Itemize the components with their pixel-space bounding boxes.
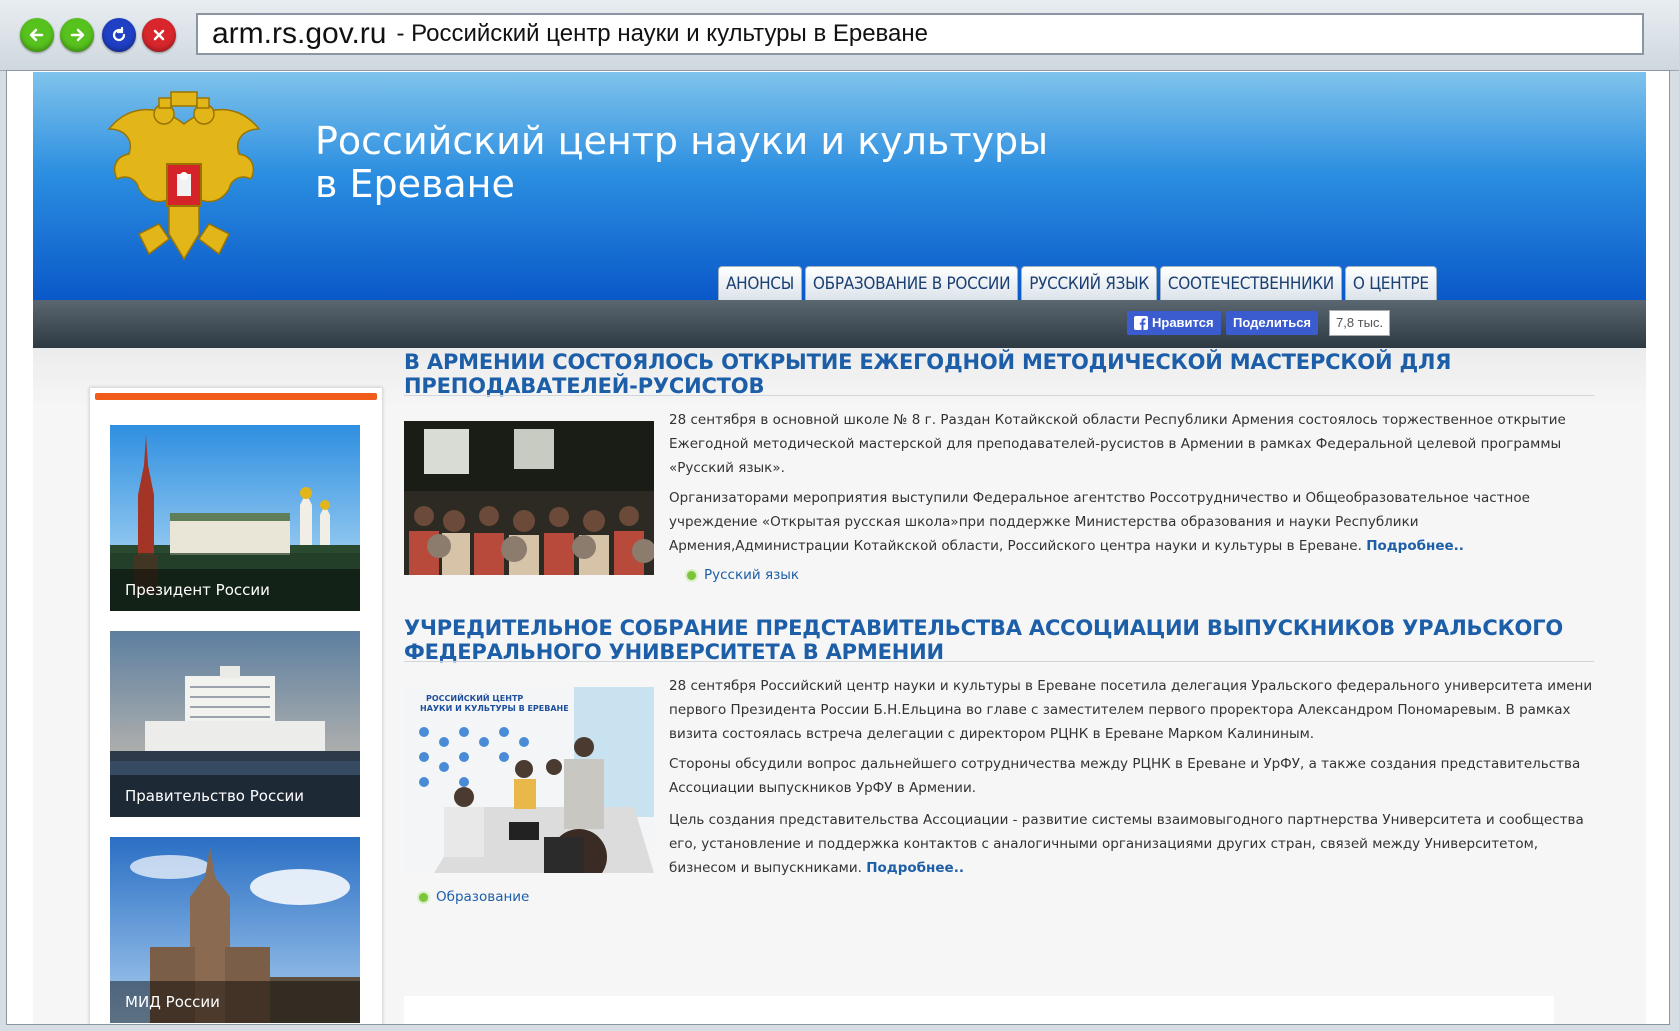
article-paragraph: 28 сентября Российский центр науки и кул… [669,678,1593,742]
main-menu: АНОНСЫ ОБРАЗОВАНИЕ В РОССИИ РУССКИЙ ЯЗЫК… [718,266,1437,300]
article-paragraph: Стороны обсудили вопрос дальнейшего сотр… [669,756,1581,796]
forward-button[interactable] [60,18,94,52]
meeting-photo-image: РОССИЙСКИЙ ЦЕНТР НАУКИ И КУЛЬТУРЫ В ЕРЕВА… [404,687,654,873]
reload-button[interactable] [102,18,136,52]
article-tag[interactable]: Русский язык [687,567,799,583]
address-bar[interactable]: arm.rs.gov.ru - Российский центр науки и… [196,13,1644,55]
tag-label: Образование [436,889,530,905]
conference-photo-image [404,421,654,575]
article-title[interactable]: В АРМЕНИИ СОСТОЯЛОСЬ ОТКРЫТИЕ ЕЖЕГОДНОЙ … [404,350,1584,398]
article-paragraph: Организаторами мероприятия выступили Фед… [669,486,1594,558]
address-domain: arm.rs.gov.ru [212,17,387,50]
like-label: Нравится [1152,315,1214,330]
coat-of-arms-icon [107,91,261,261]
photo-caption-line: НАУКИ И КУЛЬТУРЫ В ЕРЕВАНЕ [420,704,569,713]
article-tag[interactable]: Образование [419,889,529,905]
banner-label: Президент России [110,569,360,611]
banner-label: Правительство России [110,775,360,817]
article-photo[interactable] [404,421,654,575]
banner-label: МИД России [110,981,360,1023]
back-button[interactable] [20,18,54,52]
divider [404,395,1594,396]
photo-caption-line: РОССИЙСКИЙ ЦЕНТР [426,692,523,703]
browser-toolbar: arm.rs.gov.ru - Российский центр науки и… [0,0,1679,71]
menu-item-compatriots[interactable]: СООТЕЧЕСТВЕННИКИ [1159,266,1342,300]
site-header: Российский центр науки и культуры в Ерев… [33,72,1646,300]
facebook-like-button[interactable]: Нравится [1127,311,1221,335]
bullet-icon [687,570,696,580]
facebook-icon [1134,316,1148,330]
arrow-left-icon [29,28,44,42]
tag-label: Русский язык [704,567,800,583]
menu-item-about[interactable]: О ЦЕНТРЕ [1344,266,1437,300]
menu-item-announcements[interactable]: АНОНСЫ [718,266,802,300]
banner-mfa[interactable]: МИД России [110,837,360,1023]
article-photo[interactable]: РОССИЙСКИЙ ЦЕНТР НАУКИ И КУЛЬТУРЫ В ЕРЕВА… [404,687,654,873]
next-article-card [404,996,1554,1024]
article-paragraph: Цель создания представительства Ассоциац… [669,808,1594,880]
social-bar: Нравится Поделиться 7,8 тыс. [33,300,1646,348]
reload-icon [112,26,126,42]
menu-item-education[interactable]: ОБРАЗОВАНИЕ В РОССИИ [804,266,1019,300]
read-more-link[interactable]: Подробнее.. [1366,538,1464,554]
article-paragraph: 28 сентября в основной школе № 8 г. Разд… [669,412,1566,476]
site-title-line1: Российский центр науки и культуры [315,119,1049,163]
like-count: 7,8 тыс. [1329,310,1391,336]
divider [404,661,1594,662]
read-more-link[interactable]: Подробнее.. [866,860,964,876]
arrow-right-icon [70,28,85,42]
web-page: Российский центр науки и культуры в Ерев… [6,70,1670,1025]
sidebar-accent-bar [95,393,377,400]
bullet-icon [419,892,428,902]
menu-item-russian-language[interactable]: РУССКИЙ ЯЗЫК [1021,266,1157,300]
banner-government[interactable]: Правительство России [110,631,360,817]
banner-president[interactable]: Президент России [110,425,360,611]
facebook-share-button[interactable]: Поделиться [1226,311,1319,335]
site-title-line2: в Ереване [315,162,515,206]
sidebar: Президент России Правительство России МИ… [89,387,383,1024]
site-title: Российский центр науки и культуры в Ерев… [315,120,1048,206]
stop-button[interactable] [142,18,176,52]
close-icon [153,29,165,41]
article-paragraph-text: Цель создания представительства Ассоциац… [669,812,1584,876]
article-title[interactable]: УЧРЕДИТЕЛЬНОЕ СОБРАНИЕ ПРЕДСТАВИТЕЛЬСТВА… [404,616,1584,664]
page-title-text: - Российский центр науки и культуры в Ер… [396,20,928,47]
